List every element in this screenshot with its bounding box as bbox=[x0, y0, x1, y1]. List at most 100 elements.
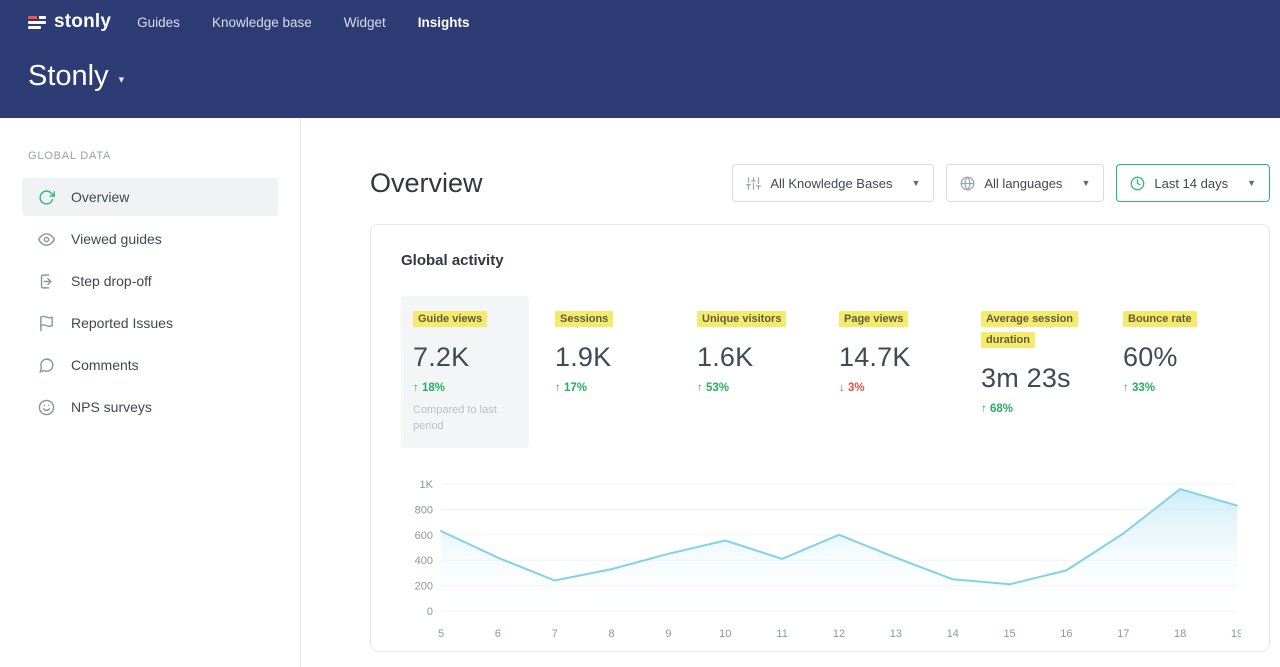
metric-delta: ↑ 33% bbox=[1123, 382, 1231, 394]
metric-delta: ↑ 68% bbox=[981, 403, 1089, 415]
metric-value: 1.9K bbox=[555, 342, 663, 373]
metric-value: 7.2K bbox=[413, 342, 521, 373]
sidebar-item-label: Overview bbox=[71, 189, 129, 205]
svg-text:10: 10 bbox=[719, 628, 731, 640]
nav-item-widget[interactable]: Widget bbox=[344, 15, 386, 30]
sidebar-item-label: Reported Issues bbox=[71, 315, 173, 331]
metrics-row: Guide views 7.2K ↑ 18% Compared to last … bbox=[401, 296, 1239, 448]
metric-sessions[interactable]: Sessions 1.9K ↑ 17% bbox=[543, 296, 671, 448]
sidebar: GLOBAL DATA Overview Viewed guides Step … bbox=[0, 118, 301, 667]
delta-arrow-icon: ↑ bbox=[981, 403, 987, 415]
filter-label: All languages bbox=[984, 176, 1062, 191]
metric-label: Bounce rate bbox=[1123, 311, 1197, 327]
overview-refresh-icon bbox=[38, 188, 56, 206]
svg-text:0: 0 bbox=[427, 606, 433, 618]
delta-arrow-icon: ↑ bbox=[413, 382, 419, 394]
languages-filter[interactable]: All languages ▼ bbox=[946, 164, 1104, 202]
date-range-filter[interactable]: Last 14 days ▼ bbox=[1116, 164, 1270, 202]
activity-chart: 02004006008001K5678910111213141516171819 bbox=[401, 478, 1241, 644]
svg-text:9: 9 bbox=[665, 628, 671, 640]
nav-item-guides[interactable]: Guides bbox=[137, 15, 180, 30]
svg-text:16: 16 bbox=[1060, 628, 1072, 640]
sidebar-item-step-drop-off[interactable]: Step drop-off bbox=[22, 262, 278, 300]
nav-item-insights[interactable]: Insights bbox=[418, 15, 470, 30]
main-content: Overview All Knowledge Bases ▼ All langu… bbox=[301, 118, 1280, 667]
logo-text: stonly bbox=[54, 11, 111, 33]
svg-text:13: 13 bbox=[890, 628, 902, 640]
svg-text:18: 18 bbox=[1174, 628, 1186, 640]
workspace-title: Stonly bbox=[28, 60, 109, 93]
stonly-logo-icon bbox=[28, 16, 46, 29]
svg-text:1K: 1K bbox=[420, 479, 434, 491]
sidebar-item-label: NPS surveys bbox=[71, 399, 152, 415]
flag-icon bbox=[38, 314, 56, 332]
delta-arrow-icon: ↑ bbox=[1123, 382, 1129, 394]
metric-guide-views[interactable]: Guide views 7.2K ↑ 18% Compared to last … bbox=[401, 296, 529, 448]
metric-delta: ↑ 17% bbox=[555, 382, 663, 394]
metric-label: Guide views bbox=[413, 311, 487, 327]
step-dropoff-icon bbox=[38, 272, 56, 290]
smiley-icon bbox=[38, 398, 56, 416]
svg-text:400: 400 bbox=[415, 555, 433, 567]
svg-text:600: 600 bbox=[415, 530, 433, 542]
sidebar-item-overview[interactable]: Overview bbox=[22, 178, 278, 216]
chart-area: 02004006008001K5678910111213141516171819 bbox=[401, 478, 1239, 649]
metric-unique-visitors[interactable]: Unique visitors 1.6K ↑ 53% bbox=[685, 296, 813, 448]
page-title: Overview bbox=[370, 168, 483, 199]
filter-label: Last 14 days bbox=[1154, 176, 1228, 191]
sidebar-item-nps-surveys[interactable]: NPS surveys bbox=[22, 388, 278, 426]
svg-text:200: 200 bbox=[415, 580, 433, 592]
chevron-down-icon: ▼ bbox=[1247, 178, 1256, 188]
svg-text:6: 6 bbox=[495, 628, 501, 640]
top-navigation: stonly Guides Knowledge base Widget Insi… bbox=[0, 0, 1280, 44]
delta-arrow-icon: ↑ bbox=[555, 382, 561, 394]
svg-text:12: 12 bbox=[833, 628, 845, 640]
metric-value: 3m 23s bbox=[981, 363, 1089, 394]
chevron-down-icon: ▼ bbox=[1081, 178, 1090, 188]
filters: All Knowledge Bases ▼ All languages ▼ La… bbox=[732, 164, 1270, 202]
nav-item-knowledge-base[interactable]: Knowledge base bbox=[212, 15, 312, 30]
metric-page-views[interactable]: Page views 14.7K ↓ 3% bbox=[827, 296, 955, 448]
metric-label: Sessions bbox=[555, 311, 613, 327]
svg-text:11: 11 bbox=[776, 628, 787, 640]
sidebar-item-comments[interactable]: Comments bbox=[22, 346, 278, 384]
metric-value: 60% bbox=[1123, 342, 1231, 373]
metric-delta: ↑ 18% bbox=[413, 382, 521, 394]
sidebar-section-label: GLOBAL DATA bbox=[0, 150, 300, 162]
metric-label: Average session duration bbox=[981, 311, 1078, 348]
sidebar-item-label: Viewed guides bbox=[71, 231, 162, 247]
global-activity-card: Global activity Guide views 7.2K ↑ 18% C… bbox=[370, 224, 1270, 652]
nav-items: Guides Knowledge base Widget Insights bbox=[137, 15, 469, 30]
metric-bounce-rate[interactable]: Bounce rate 60% ↑ 33% bbox=[1111, 296, 1239, 448]
eye-icon bbox=[38, 230, 56, 248]
sidebar-item-label: Step drop-off bbox=[71, 273, 152, 289]
metric-value: 14.7K bbox=[839, 342, 947, 373]
workspace-header: Stonly ▾ bbox=[0, 60, 1280, 93]
svg-text:8: 8 bbox=[609, 628, 615, 640]
svg-text:5: 5 bbox=[438, 628, 444, 640]
comment-bubble-icon bbox=[38, 356, 56, 374]
chevron-down-icon: ▼ bbox=[911, 178, 920, 188]
svg-text:15: 15 bbox=[1003, 628, 1015, 640]
sidebar-item-label: Comments bbox=[71, 357, 139, 373]
knowledge-bases-filter[interactable]: All Knowledge Bases ▼ bbox=[732, 164, 934, 202]
filter-label: All Knowledge Bases bbox=[770, 176, 892, 191]
sliders-icon bbox=[746, 176, 761, 191]
delta-arrow-icon: ↑ bbox=[697, 382, 703, 394]
sidebar-item-reported-issues[interactable]: Reported Issues bbox=[22, 304, 278, 342]
sidebar-item-viewed-guides[interactable]: Viewed guides bbox=[22, 220, 278, 258]
delta-arrow-icon: ↓ bbox=[839, 382, 845, 394]
app-header: stonly Guides Knowledge base Widget Insi… bbox=[0, 0, 1280, 118]
clock-icon bbox=[1130, 176, 1145, 191]
workspace-chevron-down-icon[interactable]: ▾ bbox=[119, 73, 125, 86]
metric-avg-session-duration[interactable]: Average session duration 3m 23s ↑ 68% bbox=[969, 296, 1097, 448]
metric-delta: ↑ 53% bbox=[697, 382, 805, 394]
svg-text:19: 19 bbox=[1231, 628, 1241, 640]
metric-delta: ↓ 3% bbox=[839, 382, 947, 394]
globe-icon bbox=[960, 176, 975, 191]
svg-text:7: 7 bbox=[552, 628, 558, 640]
svg-text:800: 800 bbox=[415, 504, 433, 516]
metric-label: Page views bbox=[839, 311, 908, 327]
stonly-logo[interactable]: stonly bbox=[28, 11, 111, 33]
card-title: Global activity bbox=[401, 252, 1239, 269]
